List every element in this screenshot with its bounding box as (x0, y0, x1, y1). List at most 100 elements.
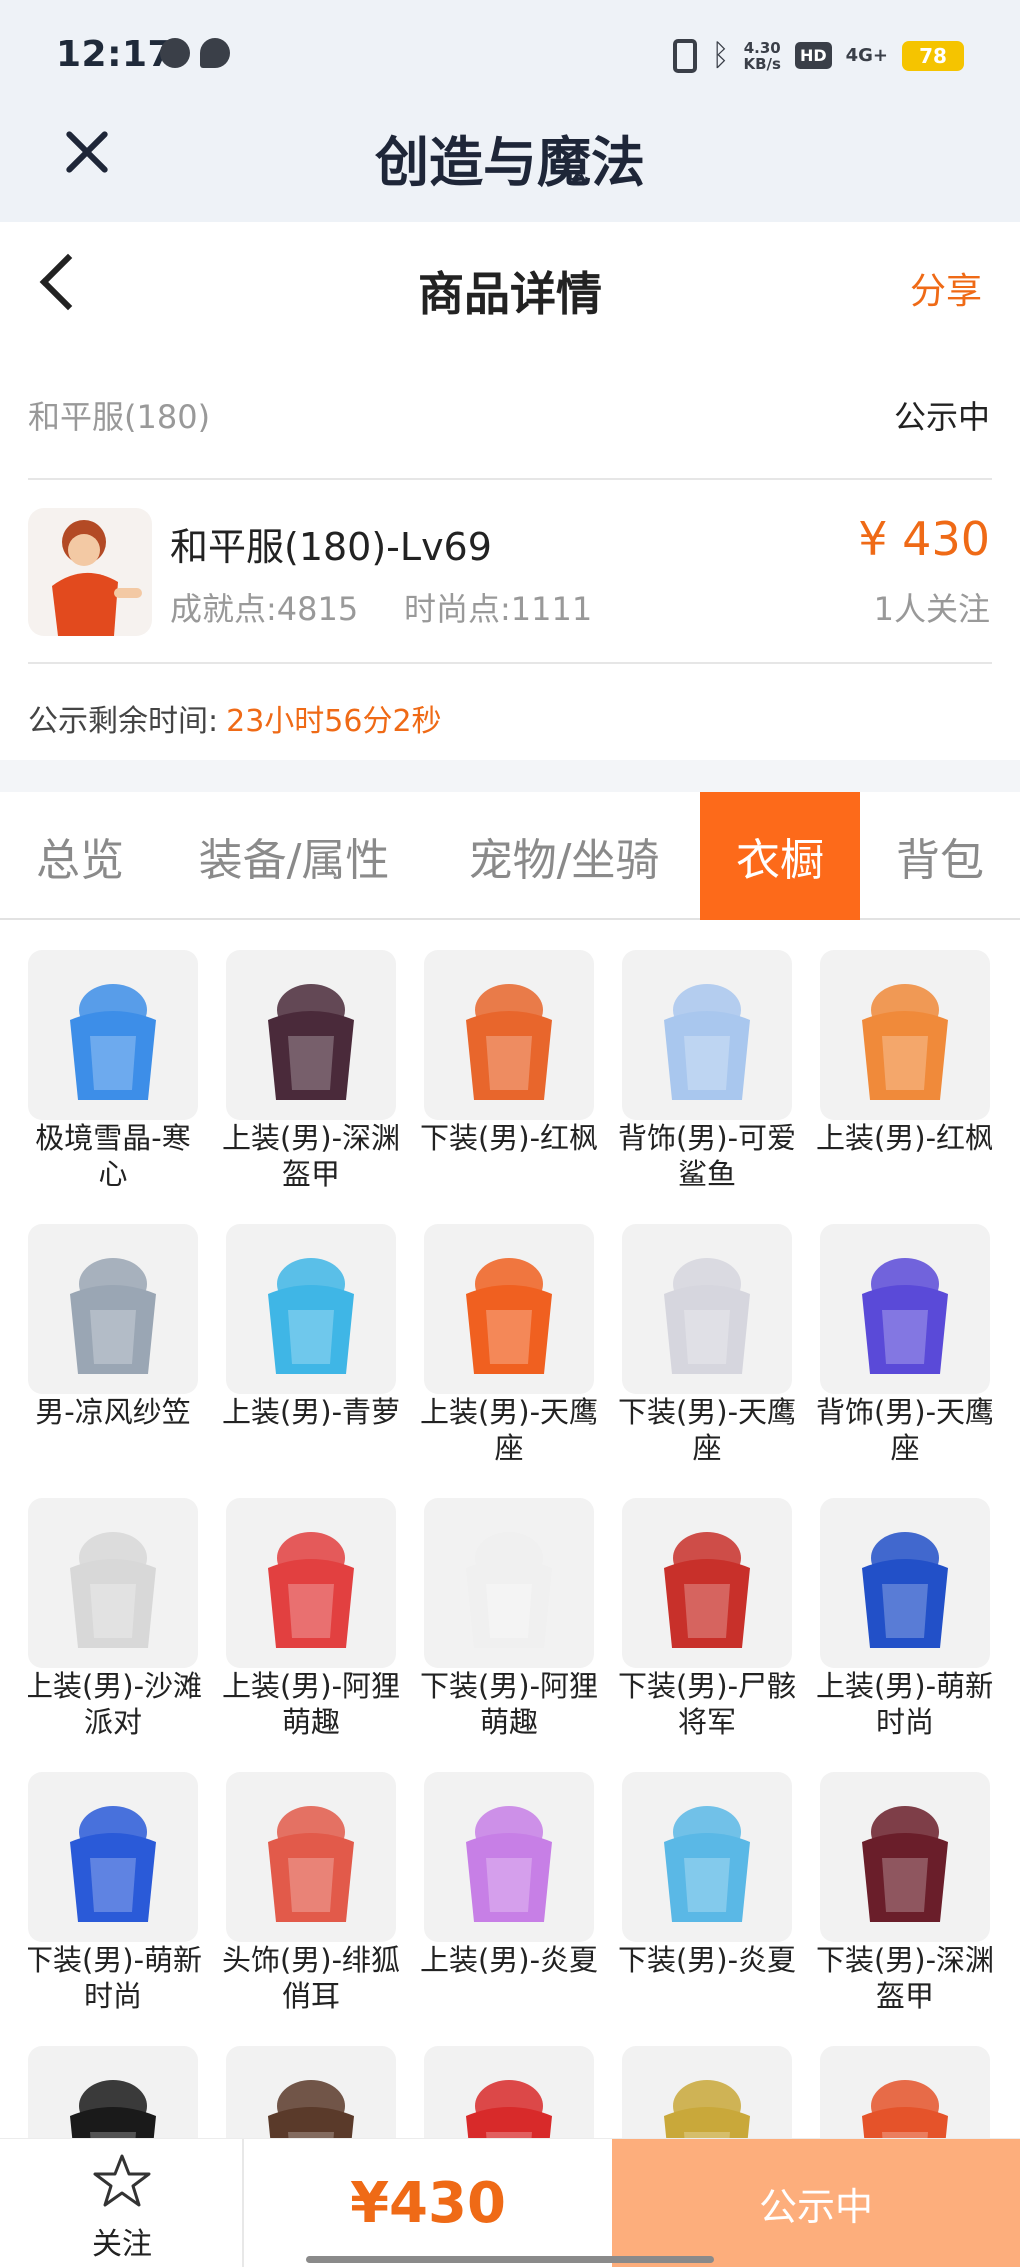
bottom-price: ¥430 (350, 2171, 506, 2236)
wardrobe-item[interactable]: 下装(男)-炎夏 (618, 1772, 796, 2032)
tab-bag[interactable]: 背包 (870, 792, 1010, 920)
wardrobe-item-label: 上装(男)-沙滩派对 (28, 1669, 203, 1739)
wardrobe-item-label: 上装(男)-炎夏 (419, 1943, 599, 1977)
follow-label: 关注 (92, 2227, 152, 2262)
wardrobe-item[interactable]: 背饰(男)-可爱鲨鱼 (618, 950, 796, 1210)
section-gap (0, 760, 1020, 792)
divider (28, 662, 992, 664)
red-jacket-icon (820, 2046, 990, 2140)
bottom-bar: 关注 ¥430 公示中 (0, 2138, 1020, 2267)
aquila-jacket-icon (424, 1224, 594, 1394)
ice-sword-icon (28, 950, 198, 1120)
tab-overview[interactable]: 总览 (0, 792, 160, 920)
wardrobe-item[interactable] (622, 2046, 792, 2140)
fox-ears-icon (226, 1772, 396, 1942)
fashion-pants-icon (28, 1772, 198, 1942)
app-title: 创造与魔法 (375, 131, 645, 194)
wardrobe-item[interactable]: 上装(男)-青萝 (222, 1224, 400, 1484)
star-icon (93, 2154, 151, 2207)
wardrobe-item[interactable] (820, 2046, 990, 2140)
wardrobe-item[interactable]: 上装(男)-红枫 (816, 950, 992, 1210)
wardrobe-item-label: 下装(男)-天鹰座 (617, 1395, 797, 1465)
signal-icon: 4G+ (845, 45, 888, 66)
wardrobe-item[interactable]: 下装(男)-红枫 (420, 950, 598, 1210)
wardrobe-item[interactable]: 背饰(男)-天鹰座 (816, 1224, 992, 1484)
wardrobe-item[interactable]: 上装(男)-阿狸萌趣 (222, 1498, 400, 1758)
page-header: 商品详情 分享 (0, 222, 1020, 352)
wardrobe-item[interactable]: 下装(男)-阿狸萌趣 (420, 1498, 598, 1758)
home-indicator[interactable] (306, 2256, 714, 2263)
wardrobe-item-label: 上装(男)-萌新时尚 (815, 1669, 992, 1739)
divider (28, 478, 992, 480)
wardrobe-item[interactable]: 上装(男)-萌新时尚 (816, 1498, 992, 1758)
wardrobe-item-label: 下装(男)-尸骸将军 (617, 1669, 797, 1739)
tab-pets[interactable]: 宠物/坐骑 (440, 792, 688, 920)
beach-hoodie-icon (28, 1498, 198, 1668)
wardrobe-item-label: 男-凉风纱笠 (35, 1395, 191, 1429)
wardrobe-item[interactable] (424, 2046, 594, 2140)
status-bar: 12:17 ᛒ 4.30 KB/s HD 4G+ 78 (0, 0, 1020, 110)
tab-wardrobe[interactable]: 衣橱 (700, 792, 860, 920)
status-button[interactable]: 公示中 (612, 2139, 1020, 2267)
wardrobe-item-label: 下装(男)-深渊盔甲 (815, 1943, 992, 2013)
fox-jacket-icon (226, 1498, 396, 1668)
wardrobe-item-label: 上装(男)-深渊盔甲 (221, 1121, 401, 1191)
gold-helmet-icon (622, 2046, 792, 2140)
wardrobe-item-label: 下装(男)-萌新时尚 (28, 1943, 203, 2013)
aquila-pants-icon (622, 1224, 792, 1394)
bluetooth-icon: ᛒ (711, 38, 730, 73)
message-icon (200, 38, 230, 68)
share-button[interactable]: 分享 (910, 262, 982, 314)
tab-equipment[interactable]: 装备/属性 (166, 792, 422, 920)
general-skirt-icon (622, 1498, 792, 1668)
blue-robe-icon (226, 1224, 396, 1394)
page-title: 商品详情 (418, 267, 602, 321)
battery-icon: 78 (902, 40, 964, 71)
remaining-time: 公示剩余时间: 23小时56分2秒 (28, 696, 442, 740)
listing-name: 和平服(180)-Lv69 (170, 525, 492, 569)
dark-armor-icon (226, 950, 396, 1120)
fashion-top-icon (820, 1498, 990, 1668)
wardrobe-item[interactable]: 上装(男)-天鹰座 (420, 1224, 598, 1484)
wardrobe-item[interactable] (226, 2046, 396, 2140)
wardrobe-item[interactable]: 上装(男)-沙滩派对 (28, 1498, 202, 1758)
wardrobe-item[interactable]: 下装(男)-尸骸将军 (618, 1498, 796, 1758)
hd-icon: HD (794, 42, 832, 69)
wardrobe-item[interactable]: 下装(男)-深渊盔甲 (816, 1772, 992, 2032)
wardrobe-item[interactable]: 极境雪晶-寒心 (28, 950, 198, 1210)
remaining-label: 公示剩余时间: (28, 704, 219, 739)
lei-shirt-icon (424, 1772, 594, 1942)
wardrobe-item-label: 上装(男)-青萝 (221, 1395, 401, 1429)
wardrobe-item[interactable]: 男-凉风纱笠 (28, 1224, 198, 1484)
globe-icon (160, 38, 190, 68)
fashion-points: 时尚点:1111 (404, 590, 593, 628)
achievement-points: 成就点:4815 (170, 590, 359, 628)
wardrobe-item-label: 极境雪晶-寒心 (35, 1121, 191, 1191)
wardrobe-item[interactable]: 上装(男)-炎夏 (420, 1772, 598, 2032)
aquila-helmet-icon (820, 1224, 990, 1394)
crown-helmet-icon (226, 2046, 396, 2140)
vibrate-icon (673, 38, 698, 73)
wardrobe-item-label: 上装(男)-阿狸萌趣 (221, 1669, 401, 1739)
wardrobe-grid: 极境雪晶-寒心 上装(男)-深渊盔甲 下装(男)-红枫 背饰(男)-可爱鲨鱼 上装(男)… (28, 950, 992, 2140)
wardrobe-item[interactable]: 头饰(男)-绯狐俏耳 (222, 1772, 400, 2032)
wardrobe-item[interactable] (28, 2046, 198, 2140)
wardrobe-item[interactable]: 上装(男)-深渊盔甲 (222, 950, 400, 1210)
listing-status: 公示中 (893, 398, 990, 436)
veil-hat-icon (28, 1224, 198, 1394)
app-header: 创造与魔法 (0, 110, 1020, 222)
character-avatar (28, 508, 152, 636)
tab-bar: 总览 装备/属性 宠物/坐骑 衣橱 背包 (0, 792, 1020, 920)
black-hair-icon (28, 2046, 198, 2140)
wardrobe-item-label: 背饰(男)-天鹰座 (815, 1395, 992, 1465)
wardrobe-item[interactable]: 下装(男)-萌新时尚 (28, 1772, 202, 2032)
cat-hood-icon (424, 2046, 594, 2140)
follow-button[interactable]: 关注 (0, 2139, 244, 2267)
wardrobe-item[interactable]: 下装(男)-天鹰座 (618, 1224, 796, 1484)
wardrobe-item-label: 下装(男)-阿狸萌趣 (419, 1669, 599, 1739)
server-name: 和平服(180) (28, 398, 211, 436)
wardrobe-item-label: 下装(男)-炎夏 (617, 1943, 797, 1977)
fox-pants-icon (424, 1498, 594, 1668)
top-area: 12:17 ᛒ 4.30 KB/s HD 4G+ 78 创造与魔法 (0, 0, 1020, 222)
listing-price: ¥ 430 (858, 512, 990, 566)
